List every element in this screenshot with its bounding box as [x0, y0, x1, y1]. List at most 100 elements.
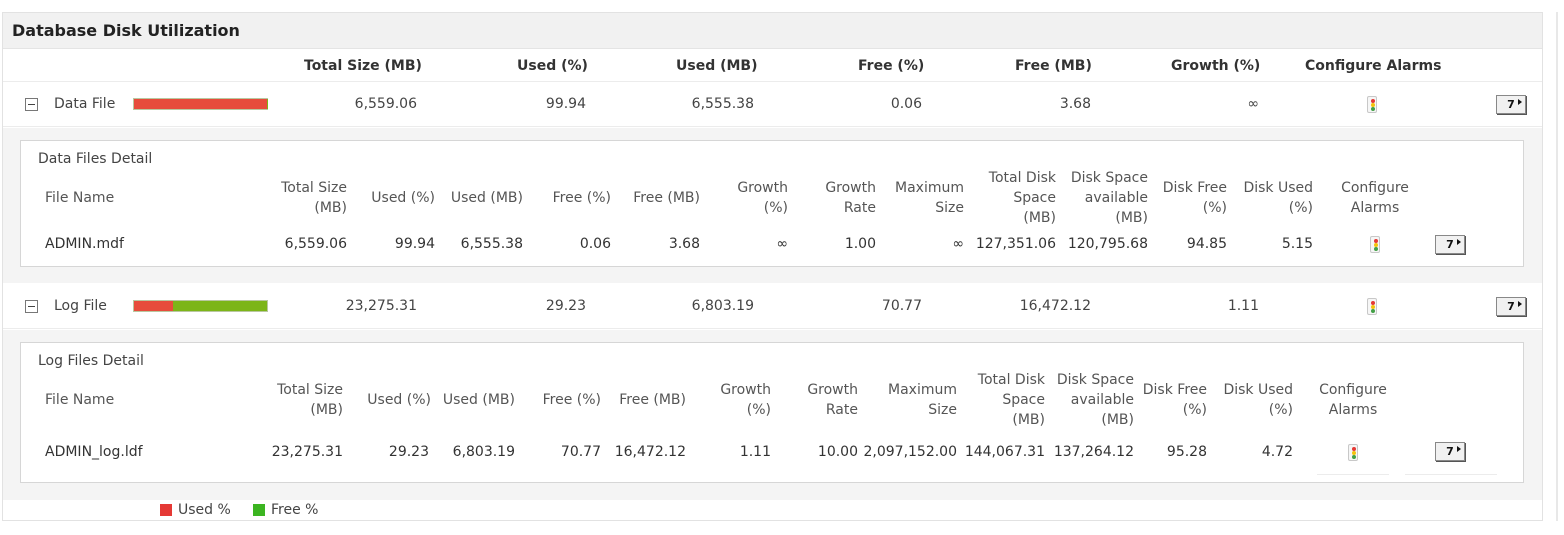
maximum-size: 2,097,152.00 — [863, 444, 957, 460]
col-used-mb: Used (MB) — [442, 392, 515, 408]
used-mb: 6,555.38 — [460, 236, 523, 252]
header-used-mb: Used (MB) — [676, 58, 758, 74]
col-free-pct: Free (%) — [552, 190, 611, 206]
data-files-detail-wrapper: Data Files Detail File Name Total Size (M… — [3, 128, 1542, 283]
header-total-size: Total Size (MB) — [304, 58, 422, 74]
group-row-data-file: Data File 6,559.06 99.94 6,555.38 0.06 3… — [3, 83, 1542, 127]
usage-bar-data-file — [133, 98, 268, 110]
col-maximum-size: Maximum Size — [895, 180, 964, 216]
col-configure-alarms: Configure Alarms — [1319, 382, 1387, 418]
col-used-pct: Used (%) — [371, 190, 435, 206]
growth-rate: 1.00 — [844, 236, 876, 252]
col-total-size: Total Size (MB) — [281, 180, 347, 216]
col-file-name: File Name — [45, 392, 115, 408]
col-growth-pct: Growth (%) — [737, 180, 788, 216]
legend-swatch-used — [160, 504, 172, 516]
disk-free-pct: 95.28 — [1166, 444, 1207, 460]
growth-rate: 10.00 — [817, 444, 858, 460]
free-pct-value: 0.06 — [890, 96, 922, 112]
disk-space-available: 120,795.68 — [1067, 236, 1148, 252]
header-divider — [3, 81, 1542, 82]
growth-pct: 1.11 — [739, 444, 771, 460]
database-disk-utilization-panel: Database Disk Utilization Total Size (MB… — [2, 12, 1543, 521]
col-free-pct: Free (%) — [542, 392, 601, 408]
col-disk-used-pct: Disk Used (%) — [1223, 382, 1293, 418]
free-pct-value: 70.77 — [881, 298, 922, 314]
used-mb: 6,803.19 — [452, 444, 515, 460]
usage-bar-log-file — [133, 300, 268, 312]
col-total-disk-space: Total Disk Space (MB) — [988, 170, 1056, 226]
col-total-disk-space: Total Disk Space (MB) — [977, 372, 1045, 428]
legend-used: Used % — [160, 502, 231, 518]
used-pct-value: 99.94 — [545, 96, 586, 112]
detail-title: Data Files Detail — [38, 151, 153, 167]
usage-bar-used-segment — [134, 301, 173, 311]
col-growth-pct: Growth (%) — [720, 382, 771, 418]
disk-space-available: 137,264.12 — [1053, 444, 1134, 460]
total-disk-space: 127,351.06 — [975, 236, 1056, 252]
growth-pct: ∞ — [776, 236, 788, 252]
col-configure-alarms: Configure Alarms — [1341, 180, 1409, 216]
free-pct: 0.06 — [579, 236, 611, 252]
total-size-value: 23,275.31 — [345, 298, 417, 314]
col-used-pct: Used (%) — [367, 392, 431, 408]
legend-label-free: Free % — [271, 502, 319, 518]
col-disk-free-pct: Disk Free (%) — [1162, 180, 1227, 216]
col-growth-rate: Growth Rate — [825, 180, 876, 216]
header-growth-pct: Growth (%) — [1171, 58, 1261, 74]
calendar-icon[interactable]: 7 — [1496, 95, 1526, 114]
collapse-toggle-log-file[interactable] — [25, 300, 38, 313]
col-disk-used-pct: Disk Used (%) — [1243, 180, 1313, 216]
traffic-light-alarm-icon[interactable] — [1367, 96, 1377, 113]
used-pct: 99.94 — [394, 236, 435, 252]
traffic-light-alarm-icon[interactable] — [1348, 444, 1358, 461]
detail-title: Log Files Detail — [38, 353, 144, 369]
legend-swatch-free — [253, 504, 265, 516]
traffic-light-alarm-icon[interactable] — [1367, 298, 1377, 315]
log-files-detail-wrapper: Log Files Detail File Name Total Size (MB… — [3, 330, 1542, 500]
calendar-icon[interactable]: 7 — [1496, 297, 1526, 316]
calendar-icon[interactable]: 7 — [1435, 235, 1465, 254]
panel-title: Database Disk Utilization — [3, 13, 1542, 49]
free-mb-value: 16,472.12 — [1019, 298, 1091, 314]
calendar-icon[interactable]: 7 — [1435, 442, 1465, 461]
col-disk-space-available: Disk Space available (MB) — [1070, 170, 1148, 226]
row-underline — [1405, 474, 1497, 475]
group-name: Data File — [54, 96, 116, 112]
growth-pct-value: 1.11 — [1227, 298, 1259, 314]
disk-free-pct: 94.85 — [1186, 236, 1227, 252]
group-row-log-file: Log File 23,275.31 29.23 6,803.19 70.77 … — [3, 285, 1542, 329]
col-maximum-size: Maximum Size — [888, 382, 957, 418]
col-file-name: File Name — [45, 190, 115, 206]
total-size-value: 6,559.06 — [354, 96, 417, 112]
col-free-mb: Free (MB) — [633, 190, 700, 206]
header-configure-alarms: Configure Alarms — [1305, 58, 1442, 74]
used-mb-value: 6,555.38 — [691, 96, 754, 112]
col-total-size: Total Size (MB) — [277, 382, 343, 418]
col-used-mb: Used (MB) — [450, 190, 523, 206]
total-size: 23,275.31 — [271, 444, 343, 460]
total-size: 6,559.06 — [284, 236, 347, 252]
disk-used-pct: 5.15 — [1281, 236, 1313, 252]
col-free-mb: Free (MB) — [619, 392, 686, 408]
legend-free: Free % — [253, 502, 318, 518]
traffic-light-alarm-icon[interactable] — [1370, 236, 1380, 253]
header-free-mb: Free (MB) — [1015, 58, 1092, 74]
collapse-toggle-data-file[interactable] — [25, 98, 38, 111]
disk-used-pct: 4.72 — [1261, 444, 1293, 460]
row-underline — [1317, 474, 1389, 475]
free-mb-value: 3.68 — [1059, 96, 1091, 112]
legend-label-used: Used % — [178, 502, 231, 518]
total-disk-space: 144,067.31 — [964, 444, 1045, 460]
group-name: Log File — [54, 298, 107, 314]
col-disk-free-pct: Disk Free (%) — [1142, 382, 1207, 418]
file-name: ADMIN.mdf — [45, 236, 124, 252]
header-used-pct: Used (%) — [517, 58, 588, 74]
col-disk-space-available: Disk Space available (MB) — [1056, 372, 1134, 428]
free-pct: 70.77 — [560, 444, 601, 460]
file-name: ADMIN_log.ldf — [45, 444, 143, 460]
col-growth-rate: Growth Rate — [807, 382, 858, 418]
data-files-detail: Data Files Detail File Name Total Size (M… — [20, 140, 1524, 267]
used-pct-value: 29.23 — [545, 298, 586, 314]
scrollbar-track[interactable] — [1556, 12, 1558, 521]
